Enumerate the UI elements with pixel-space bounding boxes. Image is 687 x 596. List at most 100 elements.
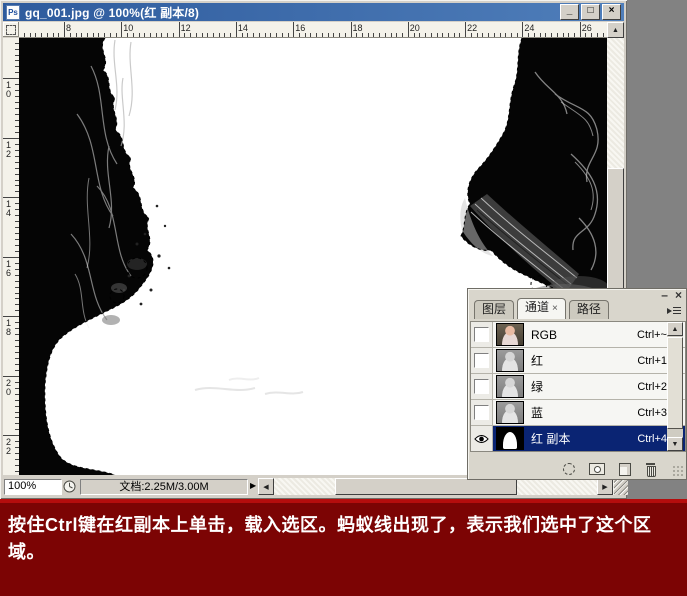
ruler-tick-label: 24 [524,23,534,33]
channel-thumbnail [496,401,524,424]
ruler-tick [167,33,168,37]
ruler-tick [190,33,191,37]
ruler-tick [299,33,300,37]
ruler-major-tick [3,197,19,198]
visibility-toggle[interactable] [471,322,493,347]
window-resize-grip[interactable] [614,479,628,495]
vertical-scroll-thumb[interactable] [607,168,624,290]
ruler-tick-label: 22 [467,23,477,33]
ruler-major-tick [351,22,352,37]
scroll-right-button[interactable]: ▶ [597,478,613,495]
ruler-tick-label: 12 [181,23,191,33]
panel-header-controls: – × [661,290,682,301]
tab-layers[interactable]: 图层 [474,300,514,319]
ruler-major-tick [236,22,237,37]
ruler-tick [534,33,535,37]
document-size-info[interactable]: 文档:2.25M/3.00M [80,479,248,495]
delete-channel-button[interactable] [645,463,656,475]
channel-row[interactable]: 红 副本 Ctrl+4 [471,426,685,451]
ruler-tick [30,33,31,37]
ruler-tick [150,33,151,37]
tab-paths[interactable]: 路径 [569,300,609,319]
visibility-toggle[interactable] [471,348,493,373]
channel-row[interactable]: RGB Ctrl+~ [471,322,685,348]
horizontal-scroll-thumb[interactable] [335,478,517,495]
zoom-level-input[interactable]: 100% [4,479,62,495]
ruler-tick-label: 18 [353,23,363,33]
new-channel-button[interactable] [619,463,631,476]
panel-scrollbar[interactable]: ▲ ▼ [667,322,683,451]
minimize-button[interactable]: _ [560,4,579,20]
ruler-tick [276,33,277,37]
ruler-tick [391,33,392,37]
ruler-tick [310,33,311,37]
ruler-major-tick [580,22,581,37]
maximize-button[interactable]: □ [581,4,600,20]
panel-menu-lines-icon [673,307,681,308]
panel-button-bar [470,461,684,477]
ruler-tick [431,33,432,37]
ruler-tick [551,33,552,37]
ruler-tick [156,33,157,37]
arrow-right-icon: ▶ [602,483,607,491]
timer-icon [63,480,76,493]
panel-scroll-up-button[interactable]: ▲ [667,322,683,336]
ruler-origin-box[interactable] [3,22,19,37]
ruler-tick [482,33,483,37]
ruler-tick-label: 16 [6,260,11,278]
channel-name: 蓝 [531,404,543,421]
channel-row-content[interactable]: RGB Ctrl+~ [493,322,685,347]
tab-close-icon[interactable]: × [552,303,558,314]
ruler-tick [305,33,306,37]
ruler-tick [356,33,357,37]
channels-panel: – × 图层 通道× 路径 RGB Ctrl+~ [467,288,687,480]
ruler-tick [396,33,397,37]
tab-layers-label: 图层 [482,302,506,316]
panel-resize-grip[interactable] [672,465,685,478]
channel-row[interactable]: 蓝 Ctrl+3 [471,400,685,426]
ruler-tick [230,33,231,37]
eye-well [474,353,489,368]
ruler-major-tick [522,22,523,37]
scroll-up-button[interactable]: ▲ [607,22,624,38]
horizontal-scrollbar[interactable]: ◀ ▶ [258,478,614,495]
channel-name: 红 [531,352,543,369]
panel-close-button[interactable]: × [675,290,682,301]
ruler-tick [70,33,71,37]
caption-band: 按住Ctrl键在红副本上单击，载入选区。蚂蚁线出现了，表示我们选中了这个区域。 [0,499,687,596]
ruler-tick [35,33,36,37]
panel-tabs: 图层 通道× 路径 [474,300,609,319]
panel-menu-button[interactable] [667,305,681,316]
ruler-major-tick [465,22,466,37]
panel-scroll-thumb[interactable] [667,337,683,429]
ruler-tick [76,33,77,37]
channel-row[interactable]: 红 Ctrl+1 [471,348,685,374]
visibility-toggle[interactable] [471,374,493,399]
visibility-toggle[interactable] [471,426,493,451]
eye-well [474,405,489,420]
scroll-left-button[interactable]: ◀ [258,478,274,495]
channel-row[interactable]: 绿 Ctrl+2 [471,374,685,400]
ruler-tick [511,33,512,37]
ruler-major-tick [293,22,294,37]
channel-row-content[interactable]: 绿 Ctrl+2 [493,374,685,399]
ruler-major-tick [3,257,19,258]
tab-channels[interactable]: 通道× [517,298,566,319]
ruler-major-tick [3,376,19,377]
panel-scroll-down-button[interactable]: ▼ [667,437,683,451]
eye-well [474,379,489,394]
channel-row-content[interactable]: 蓝 Ctrl+3 [493,400,685,425]
panel-minimize-button[interactable]: – [661,290,668,301]
channel-row-content[interactable]: 红 副本 Ctrl+4 [493,426,685,451]
visibility-toggle[interactable] [471,400,493,425]
ruler-tick [288,33,289,37]
save-selection-as-channel-button[interactable] [589,463,605,475]
load-selection-button[interactable] [563,463,575,475]
status-menu-arrow-icon[interactable]: ▶ [250,481,256,490]
close-button[interactable]: × [602,4,621,20]
channel-shortcut: Ctrl+3 [637,407,667,419]
window-titlebar[interactable]: Ps gq_001.jpg @ 100%(红 副本/8) _ □ × [3,3,624,21]
eye-icon [474,434,489,444]
channel-row-content[interactable]: 红 Ctrl+1 [493,348,685,373]
ruler-tick [379,33,380,37]
